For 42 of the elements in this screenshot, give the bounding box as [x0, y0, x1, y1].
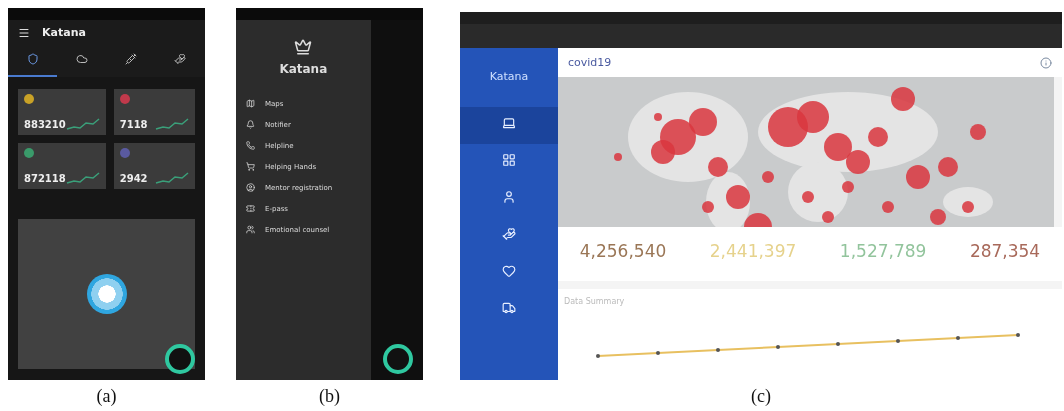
total-value: 1,527,789: [839, 241, 927, 261]
laptop-icon: [502, 116, 516, 130]
hand-heart-icon: [174, 53, 187, 65]
total-value: 2,441,397: [709, 241, 797, 261]
phone-icon: [246, 141, 255, 150]
drawer-title: Katana: [279, 62, 328, 76]
syringe-icon: [125, 53, 138, 65]
stat-value: 7118: [119, 119, 148, 130]
sidebar-item[interactable]: [460, 107, 558, 144]
truck-icon: [502, 301, 516, 315]
shield-icon: [26, 53, 39, 65]
heart-icon: [502, 264, 516, 278]
app-title: Katana: [42, 26, 86, 39]
total-value: 4,256,540: [579, 241, 667, 261]
grid-icon: [502, 153, 516, 167]
info-icon[interactable]: [1040, 56, 1052, 69]
bell-icon: [246, 120, 255, 129]
summary-title: Data Summary: [564, 297, 626, 306]
emblem-icon: [294, 38, 313, 56]
figure-caption: (a): [96, 386, 117, 407]
person-icon: [502, 190, 516, 204]
sparkline-drawing: [65, 118, 100, 130]
menu-icon[interactable]: [18, 26, 30, 39]
figure-caption: (c): [751, 386, 771, 407]
brand-title: Katana: [489, 69, 529, 85]
target-icon: [86, 274, 127, 314]
page-title: covid19: [568, 56, 612, 69]
figure-caption: (b): [319, 386, 340, 407]
sparkline-drawing: [65, 172, 100, 184]
sparkline-drawing: [155, 118, 189, 130]
stat-value: 872118: [24, 173, 66, 184]
stat-value: 2942: [119, 173, 148, 184]
cloud-icon: [75, 53, 88, 65]
stat-value: 883210: [24, 119, 66, 130]
group-icon: [246, 225, 255, 234]
person-icon: [246, 183, 255, 192]
cart-icon: [246, 162, 255, 171]
sparkline-drawing: [155, 172, 189, 184]
map-icon: [246, 99, 255, 108]
total-value: 287,354: [969, 241, 1041, 261]
hand-heart-icon: [502, 227, 516, 241]
ticket-icon: [246, 204, 255, 213]
